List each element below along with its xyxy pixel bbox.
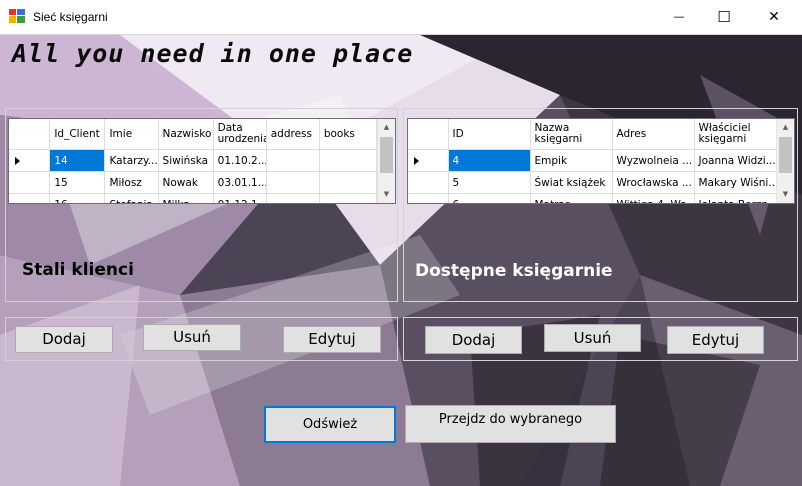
table-cell[interactable]: 4 — [448, 149, 531, 172]
slogan-heading: All you need in one place — [12, 39, 414, 68]
scroll-up-arrow-icon[interactable]: ▲ — [378, 119, 395, 136]
column-header[interactable]: books — [319, 119, 378, 150]
current-row-arrow-icon — [414, 156, 419, 165]
row-header[interactable] — [408, 149, 449, 172]
remove-client-button[interactable]: Usuń — [143, 324, 241, 351]
column-header[interactable]: Data urodzenia — [213, 119, 267, 150]
table-cell[interactable]: 5 — [448, 171, 531, 194]
add-client-button[interactable]: Dodaj — [15, 326, 113, 353]
table-cell[interactable]: 16 — [49, 193, 106, 203]
table-row[interactable]: 14 Katarzy... Siwińska 01.10.2... — [9, 149, 378, 172]
column-header[interactable]: ID — [448, 119, 531, 150]
row-header[interactable] — [9, 171, 51, 194]
table-row[interactable]: 16 Stefania Milka 01.12.1... — [9, 193, 378, 203]
bookstore-app-icon — [9, 9, 25, 23]
clients-table: Id_Client Imie Nazwisko Data urodzenia a… — [9, 119, 378, 203]
column-header[interactable]: Nazwa księgarni — [530, 119, 613, 150]
table-cell[interactable]: 15 — [49, 171, 106, 194]
row-header[interactable] — [408, 193, 449, 203]
scroll-thumb[interactable] — [380, 137, 393, 173]
add-bookstore-button[interactable]: Dodaj — [425, 326, 522, 354]
row-header[interactable] — [408, 171, 449, 194]
column-header[interactable]: Właściciel księgarni — [694, 119, 777, 150]
table-cell[interactable]: Katarzy... — [104, 149, 159, 172]
edit-bookstore-button[interactable]: Edytuj — [667, 326, 764, 354]
clients-section-label: Stali klienci — [22, 260, 134, 280]
column-header[interactable]: Nazwisko — [158, 119, 214, 150]
column-header[interactable]: address — [266, 119, 320, 150]
table-cell[interactable] — [319, 171, 378, 194]
table-cell[interactable]: 6 — [448, 193, 531, 203]
clients-grid[interactable]: Id_Client Imie Nazwisko Data urodzenia a… — [8, 118, 396, 204]
table-cell[interactable]: Joanna Widzi... — [694, 149, 777, 172]
table-row[interactable]: 5 Świat książek Wrocławska ... Makary Wi… — [408, 171, 777, 194]
refresh-button[interactable]: Odśwież — [264, 406, 396, 443]
row-header[interactable] — [9, 193, 51, 203]
bookstores-section-label: Dostępne księgarnie — [415, 261, 613, 281]
scroll-thumb[interactable] — [779, 137, 792, 173]
table-row[interactable]: 6 Matras Wittiga 4, Wa... Jolanta Berzn.… — [408, 193, 777, 203]
current-row-arrow-icon — [15, 156, 20, 165]
row-header-corner — [9, 119, 51, 150]
table-cell[interactable] — [319, 149, 378, 172]
table-cell[interactable]: Makary Wiśni... — [694, 171, 777, 194]
scroll-up-arrow-icon[interactable]: ▲ — [777, 119, 794, 136]
table-cell[interactable]: Matras — [530, 193, 613, 203]
table-cell[interactable]: 14 — [49, 149, 106, 172]
scroll-down-arrow-icon[interactable]: ▼ — [378, 186, 395, 203]
table-cell[interactable] — [266, 171, 320, 194]
table-cell[interactable] — [266, 193, 320, 203]
scroll-down-arrow-icon[interactable]: ▼ — [777, 186, 794, 203]
table-cell[interactable]: Wittiga 4, Wa... — [612, 193, 695, 203]
edit-client-button[interactable]: Edytuj — [283, 326, 381, 353]
table-cell[interactable]: Stefania — [104, 193, 159, 203]
table-cell[interactable]: Świat książek — [530, 171, 613, 194]
bookstores-grid[interactable]: ID Nazwa księgarni Adres Właściciel księ… — [407, 118, 795, 204]
column-header[interactable]: Imie — [104, 119, 159, 150]
client-area: All you need in one place Id_Client Imie… — [0, 35, 802, 486]
table-cell[interactable]: 01.10.2... — [213, 149, 267, 172]
table-cell[interactable] — [266, 149, 320, 172]
clients-scrollbar[interactable]: ▲ ▼ — [377, 119, 395, 203]
table-cell[interactable]: Jolanta Berzn... — [694, 193, 777, 203]
table-cell[interactable]: Empik — [530, 149, 613, 172]
table-cell[interactable]: 01.12.1... — [213, 193, 267, 203]
column-header[interactable]: Adres — [612, 119, 695, 150]
table-cell[interactable]: Wyzwolneia ... — [612, 149, 695, 172]
table-cell[interactable]: Nowak — [158, 171, 214, 194]
table-cell[interactable]: Wrocławska ... — [612, 171, 695, 194]
maximize-button[interactable]: ☐ — [701, 0, 747, 34]
bookstores-scrollbar[interactable]: ▲ ▼ — [776, 119, 794, 203]
title-bar[interactable]: Sieć księgarni — ☐ ✕ — [0, 0, 802, 35]
go-to-selected-button[interactable]: Przejdz do wybranego — [405, 405, 616, 443]
table-cell[interactable]: Siwińska — [158, 149, 214, 172]
row-header[interactable] — [9, 149, 51, 172]
table-row[interactable]: 4 Empik Wyzwolneia ... Joanna Widzi... — [408, 149, 777, 172]
minimize-button[interactable]: — — [656, 0, 702, 34]
close-button[interactable]: ✕ — [751, 0, 797, 34]
table-cell[interactable]: Miłosz — [104, 171, 159, 194]
window-title: Sieć księgarni — [33, 10, 108, 24]
table-cell[interactable] — [319, 193, 378, 203]
table-cell[interactable]: 03.01.1... — [213, 171, 267, 194]
row-header-corner — [408, 119, 449, 150]
remove-bookstore-button[interactable]: Usuń — [544, 324, 641, 352]
table-row[interactable]: 15 Miłosz Nowak 03.01.1... — [9, 171, 378, 194]
table-cell[interactable]: Milka — [158, 193, 214, 203]
column-header[interactable]: Id_Client — [49, 119, 106, 150]
bookstores-table: ID Nazwa księgarni Adres Właściciel księ… — [408, 119, 777, 203]
